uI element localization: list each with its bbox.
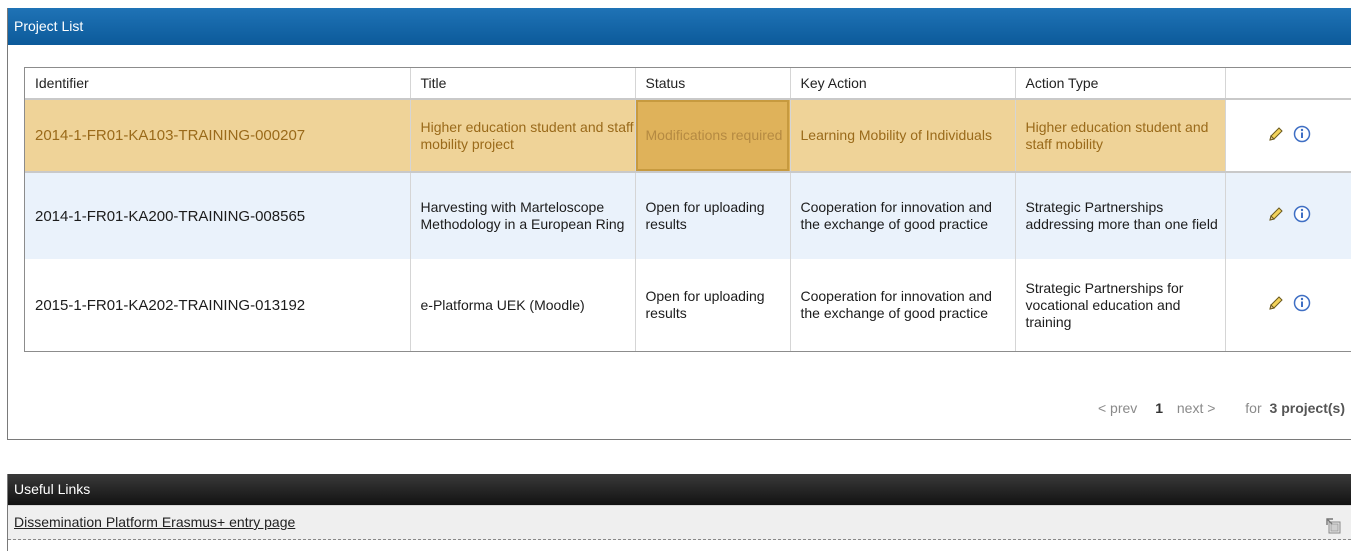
project-list-panel: Project List Identifier Title Status Key… [7,8,1351,440]
row-actions [1225,98,1351,173]
column-header-title[interactable]: Title [410,68,636,100]
action-type-cell: Strategic Partnerships addressing more t… [1015,172,1226,259]
status-cell: Open for uploading results [635,172,791,259]
info-icon[interactable] [1293,294,1311,312]
links-panel-title: Useful Links [8,474,1351,505]
key-action-cell: Learning Mobility of Individuals [790,98,1016,173]
title-cell: e-Platforma UEK (Moodle) [410,259,636,351]
column-header-status[interactable]: Status [635,68,791,100]
row-actions [1225,172,1351,259]
identifier-cell: 2014-1-FR01-KA200-TRAINING-008565 [25,172,411,259]
prev-link[interactable]: < prev [1098,400,1137,416]
table-row[interactable]: 2015-1-FR01-KA202-TRAINING-013192 e-Plat… [25,259,1351,351]
dissemination-platform-link[interactable]: Dissemination Platform Erasmus+ entry pa… [14,514,295,530]
action-type-cell: Strategic Partnerships for vocational ed… [1015,259,1226,351]
list-item: Dissemination Platform Erasmus+ entry pa… [8,505,1351,540]
useful-links-panel: Useful Links Dissemination Platform Eras… [7,474,1351,551]
status-cell: Modifications required [635,98,791,173]
info-icon[interactable] [1293,205,1311,223]
pagination: < prev 1 next > for 3 project(s) [1088,400,1345,416]
key-action-cell: Cooperation for innovation and the excha… [790,259,1016,351]
next-link[interactable]: next > [1177,400,1216,416]
column-header-identifier[interactable]: Identifier [25,68,411,100]
table-row[interactable]: 2014-1-FR01-KA103-TRAINING-000207 Higher… [25,98,1351,173]
table-row[interactable]: 2014-1-FR01-KA200-TRAINING-008565 Harves… [25,172,1351,259]
panel-title: Project List [8,8,1351,45]
table-header-row: Identifier Title Status Key Action Actio… [25,68,1351,100]
status-cell: Open for uploading results [635,259,791,351]
info-icon[interactable] [1293,125,1311,143]
pencil-icon[interactable] [1267,205,1285,223]
project-table-container: Identifier Title Status Key Action Actio… [24,67,1351,352]
pencil-icon[interactable] [1267,125,1285,143]
current-page: 1 [1155,400,1163,416]
external-link-icon[interactable] [1325,514,1343,547]
column-header-key-action[interactable]: Key Action [790,68,1016,100]
pencil-icon[interactable] [1267,294,1285,312]
result-count-label: for [1245,400,1262,416]
title-cell: Higher education student and staff mobil… [410,98,636,173]
row-actions [1225,259,1351,351]
key-action-cell: Cooperation for innovation and the excha… [790,172,1016,259]
title-cell: Harvesting with Marteloscope Methodology… [410,172,636,259]
project-table: Identifier Title Status Key Action Actio… [25,68,1351,351]
identifier-cell: 2014-1-FR01-KA103-TRAINING-000207 [25,98,411,173]
column-header-action-type[interactable]: Action Type [1015,68,1226,100]
action-type-cell: Higher education student and staff mobil… [1015,98,1226,173]
identifier-cell: 2015-1-FR01-KA202-TRAINING-013192 [25,259,411,351]
column-header-actions [1225,68,1351,100]
result-count: 3 project(s) [1269,400,1345,416]
